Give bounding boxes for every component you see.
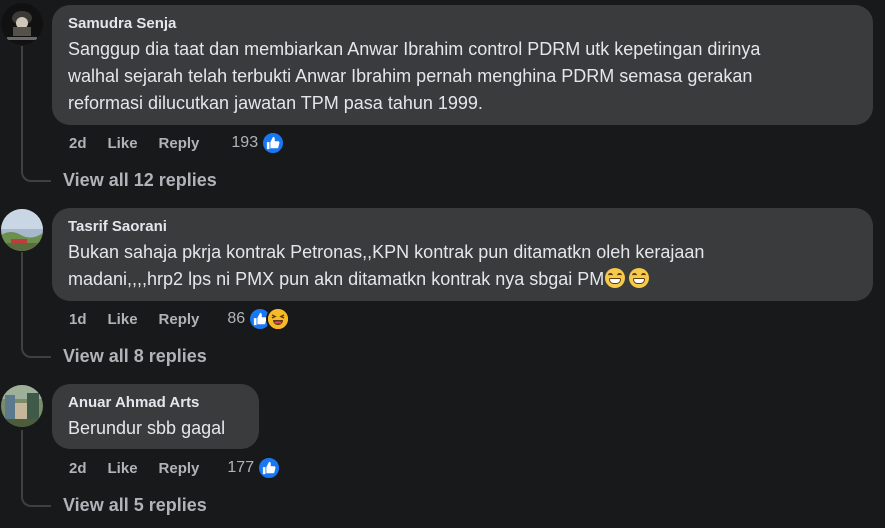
reply-button[interactable]: Reply [159, 460, 200, 477]
avatar-image [1, 209, 43, 251]
grinning-face-emoji [629, 268, 650, 288]
view-replies-link[interactable]: View all 5 replies [63, 494, 207, 516]
reaction-count[interactable]: 86 [227, 310, 245, 328]
like-button[interactable]: Like [108, 311, 138, 328]
thread-elbow [21, 495, 51, 507]
comment-text: Berundur sbb gagal [68, 418, 226, 438]
thread-line [21, 430, 23, 495]
view-replies-link[interactable]: View all 8 replies [63, 345, 207, 367]
like-button[interactable]: Like [108, 460, 138, 477]
comment-text: Bukan sahaja pkrja kontrak Petronas,,KPN… [68, 239, 857, 293]
comment-bubble: Anuar Ahmad Arts Berundur sbb gagal [52, 384, 259, 449]
reaction-count[interactable]: 177 [227, 459, 254, 477]
comment-text-line: madani,,,,hrp2 lps ni PMX pun akn ditama… [68, 269, 605, 289]
avatar[interactable] [1, 209, 43, 251]
like-icon[interactable] [261, 131, 286, 155]
thread-line [21, 46, 23, 170]
comment-author[interactable]: Samudra Senja [68, 14, 857, 34]
reply-button[interactable]: Reply [159, 311, 200, 328]
comment-author[interactable]: Tasrif Saorani [68, 217, 857, 237]
like-icon[interactable] [257, 456, 282, 480]
reply-button[interactable]: Reply [159, 135, 200, 152]
avatar[interactable] [1, 3, 43, 45]
view-replies-link[interactable]: View all 12 replies [63, 169, 217, 191]
avatar[interactable] [1, 385, 43, 427]
comment-bubble: Samudra Senja Sanggup dia taat dan membi… [52, 5, 873, 125]
comment-timestamp[interactable]: 1d [69, 311, 87, 328]
reaction-count[interactable]: 193 [231, 134, 258, 152]
avatar-image [1, 385, 43, 427]
thread-elbow [21, 346, 51, 358]
comment-text-line: Bukan sahaja pkrja kontrak Petronas,,KPN… [68, 242, 705, 262]
comment-actions: 2d Like Reply 177 [69, 456, 282, 480]
comment-bubble: Tasrif Saorani Bukan sahaja pkrja kontra… [52, 208, 873, 301]
thread-line [21, 252, 23, 346]
comment-timestamp[interactable]: 2d [69, 135, 87, 152]
comment-actions: 1d Like Reply 86 [69, 307, 291, 331]
thread-elbow [21, 170, 51, 182]
comment-author[interactable]: Anuar Ahmad Arts [68, 393, 243, 413]
comment-text: Sanggup dia taat dan membiarkan Anwar Ib… [68, 39, 761, 113]
comment-actions: 2d Like Reply 193 [69, 131, 286, 155]
like-button[interactable]: Like [108, 135, 138, 152]
comment-timestamp[interactable]: 2d [69, 460, 87, 477]
grinning-face-emoji [605, 268, 626, 288]
haha-icon[interactable] [266, 307, 291, 331]
avatar-image [1, 3, 43, 45]
